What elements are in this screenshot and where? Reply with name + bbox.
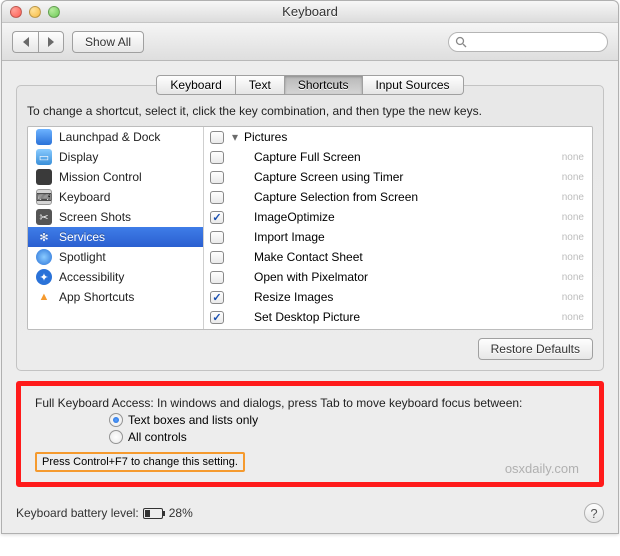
forward-button[interactable] <box>38 31 64 53</box>
radio-button[interactable] <box>109 413 123 427</box>
search-icon <box>455 36 467 48</box>
shortcut-value[interactable]: none <box>562 252 584 263</box>
shortcut-list[interactable]: ▾Pictures Capture Full Screennone Captur… <box>204 127 592 329</box>
instruction-text: To change a shortcut, select it, click t… <box>27 104 593 118</box>
tab-input-sources[interactable]: Input Sources <box>363 75 464 95</box>
minimize-window-button[interactable] <box>29 6 41 18</box>
checkbox[interactable] <box>210 231 224 244</box>
battery-label: Keyboard battery level: <box>16 506 139 520</box>
list-item[interactable]: Make Contact Sheetnone <box>204 247 592 267</box>
list-item[interactable]: Capture Screen using Timernone <box>204 167 592 187</box>
tab-keyboard[interactable]: Keyboard <box>156 75 235 95</box>
list-item[interactable]: Open with Pixelmatornone <box>204 267 592 287</box>
category-keyboard[interactable]: ⌨Keyboard <box>28 187 203 207</box>
checkbox[interactable]: ✓ <box>210 211 224 224</box>
shortcut-value[interactable]: none <box>562 192 584 203</box>
display-icon: ▭ <box>36 149 52 165</box>
tab-text[interactable]: Text <box>236 75 285 95</box>
toolbar: Show All <box>2 23 618 61</box>
chevron-left-icon <box>23 37 29 47</box>
launchpad-icon <box>36 129 52 145</box>
battery-pct: 28% <box>169 506 193 520</box>
chevron-right-icon <box>48 37 54 47</box>
list-item[interactable]: ✓ImageOptimizenone <box>204 207 592 227</box>
search-input[interactable] <box>448 32 608 52</box>
checkbox[interactable] <box>210 151 224 164</box>
tabs: Keyboard Text Shortcuts Input Sources <box>156 75 463 95</box>
category-accessibility[interactable]: ✦Accessibility <box>28 267 203 287</box>
shortcut-value[interactable]: none <box>562 312 584 323</box>
checkbox[interactable]: ✓ <box>210 291 224 304</box>
category-list[interactable]: Launchpad & Dock ▭Display Mission Contro… <box>28 127 204 329</box>
fka-label: Full Keyboard Access: In windows and dia… <box>35 396 585 410</box>
back-button[interactable] <box>12 31 38 53</box>
list-item[interactable]: ✓Set Desktop Picturenone <box>204 307 592 327</box>
battery-icon <box>143 508 165 519</box>
highlighted-section: Full Keyboard Access: In windows and dia… <box>16 381 604 487</box>
list-item[interactable]: Capture Full Screennone <box>204 147 592 167</box>
category-spotlight[interactable]: Spotlight <box>28 247 203 267</box>
mission-control-icon <box>36 169 52 185</box>
shortcut-value[interactable]: none <box>562 272 584 283</box>
list-item[interactable]: ▾Pictures <box>204 127 592 147</box>
app-shortcuts-icon: ▲ <box>36 289 52 305</box>
services-icon: ✻ <box>36 229 52 245</box>
accessibility-icon: ✦ <box>36 269 52 285</box>
checkbox[interactable] <box>210 171 224 184</box>
checkbox[interactable] <box>210 191 224 204</box>
shortcut-value[interactable]: none <box>562 152 584 163</box>
radio-all-controls[interactable]: All controls <box>35 430 585 444</box>
category-mission-control[interactable]: Mission Control <box>28 167 203 187</box>
restore-defaults-button[interactable]: Restore Defaults <box>478 338 593 360</box>
window-title: Keyboard <box>2 4 618 19</box>
list-item[interactable]: ▾Messaging <box>204 327 592 329</box>
radio-button[interactable] <box>109 430 123 444</box>
checkbox[interactable] <box>210 271 224 284</box>
shortcut-value[interactable]: none <box>562 212 584 223</box>
shortcut-value[interactable]: none <box>562 172 584 183</box>
tab-shortcuts[interactable]: Shortcuts <box>285 75 363 95</box>
close-window-button[interactable] <box>10 6 22 18</box>
shortcut-value[interactable]: none <box>562 292 584 303</box>
disclosure-triangle-icon[interactable]: ▾ <box>232 130 242 144</box>
help-button[interactable]: ? <box>584 503 604 523</box>
zoom-window-button[interactable] <box>48 6 60 18</box>
screenshots-icon: ✂ <box>36 209 52 225</box>
list-item[interactable]: Import Imagenone <box>204 227 592 247</box>
spotlight-icon <box>36 249 52 265</box>
watermark-text: osxdaily.com <box>505 461 579 476</box>
category-services[interactable]: ✻Services <box>28 227 203 247</box>
checkbox[interactable] <box>210 251 224 264</box>
show-all-button[interactable]: Show All <box>72 31 144 53</box>
category-app-shortcuts[interactable]: ▲App Shortcuts <box>28 287 203 307</box>
radio-textboxes-lists[interactable]: Text boxes and lists only <box>35 413 585 427</box>
category-display[interactable]: ▭Display <box>28 147 203 167</box>
keyboard-icon: ⌨ <box>36 189 52 205</box>
list-item[interactable]: ✓Resize Imagesnone <box>204 287 592 307</box>
fka-hint: Press Control+F7 to change this setting. <box>35 452 245 472</box>
shortcut-value[interactable]: none <box>562 232 584 243</box>
list-item[interactable]: Capture Selection from Screennone <box>204 187 592 207</box>
titlebar: Keyboard <box>2 1 618 23</box>
category-screen-shots[interactable]: ✂Screen Shots <box>28 207 203 227</box>
category-launchpad-dock[interactable]: Launchpad & Dock <box>28 127 203 147</box>
checkbox[interactable] <box>210 131 224 144</box>
checkbox[interactable]: ✓ <box>210 311 224 324</box>
